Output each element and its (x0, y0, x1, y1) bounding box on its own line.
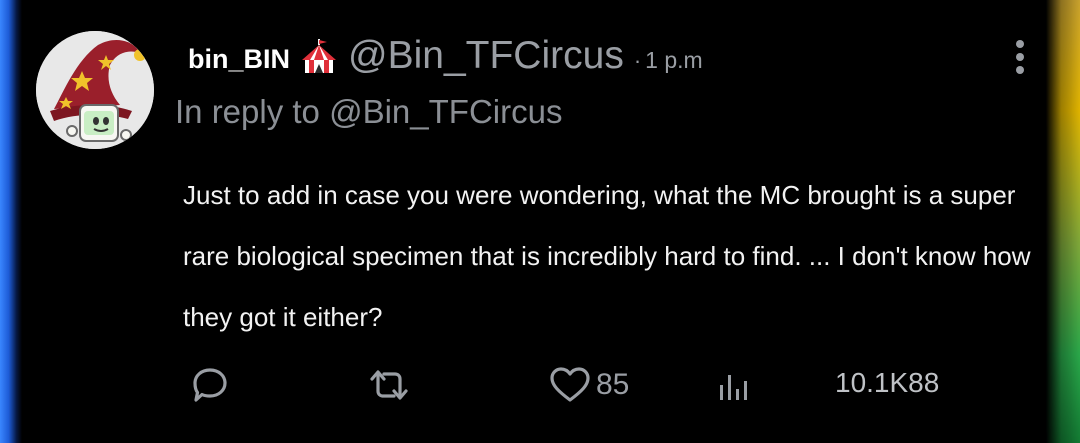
action-bar: 85 10.1K88 (0, 355, 1080, 415)
post-body: Just to add in case you were wondering, … (183, 180, 1031, 332)
post-header: bin_BIN @Bin_TFCircus · 1 p.m (188, 32, 703, 78)
separator-dot: · (633, 48, 642, 73)
repost-button[interactable] (366, 365, 412, 405)
like-button[interactable]: 85 (548, 365, 629, 405)
reply-to-line[interactable]: In reply to @Bin_TFCircus (175, 93, 562, 131)
reply-button[interactable] (190, 365, 230, 405)
post-card: bin_BIN @Bin_TFCircus · 1 p.m In reply t… (0, 0, 1080, 443)
views-count: 10.1K88 (835, 367, 940, 398)
circus-tent-icon (300, 38, 338, 74)
like-count: 85 (596, 368, 630, 401)
heart-icon (548, 365, 592, 405)
avatar[interactable] (36, 31, 154, 149)
display-name[interactable]: bin_BIN (188, 44, 290, 75)
wizard-hat-avatar-icon (36, 31, 154, 149)
bar-chart-icon (716, 365, 756, 405)
vertical-dots-icon[interactable] (1010, 38, 1030, 78)
user-handle[interactable]: @Bin_TFCircus (348, 34, 624, 78)
post-time[interactable]: 1 p.m (645, 47, 703, 74)
views-button[interactable] (716, 365, 756, 405)
speech-bubble-icon (190, 365, 230, 405)
repost-arrows-icon (366, 365, 412, 405)
